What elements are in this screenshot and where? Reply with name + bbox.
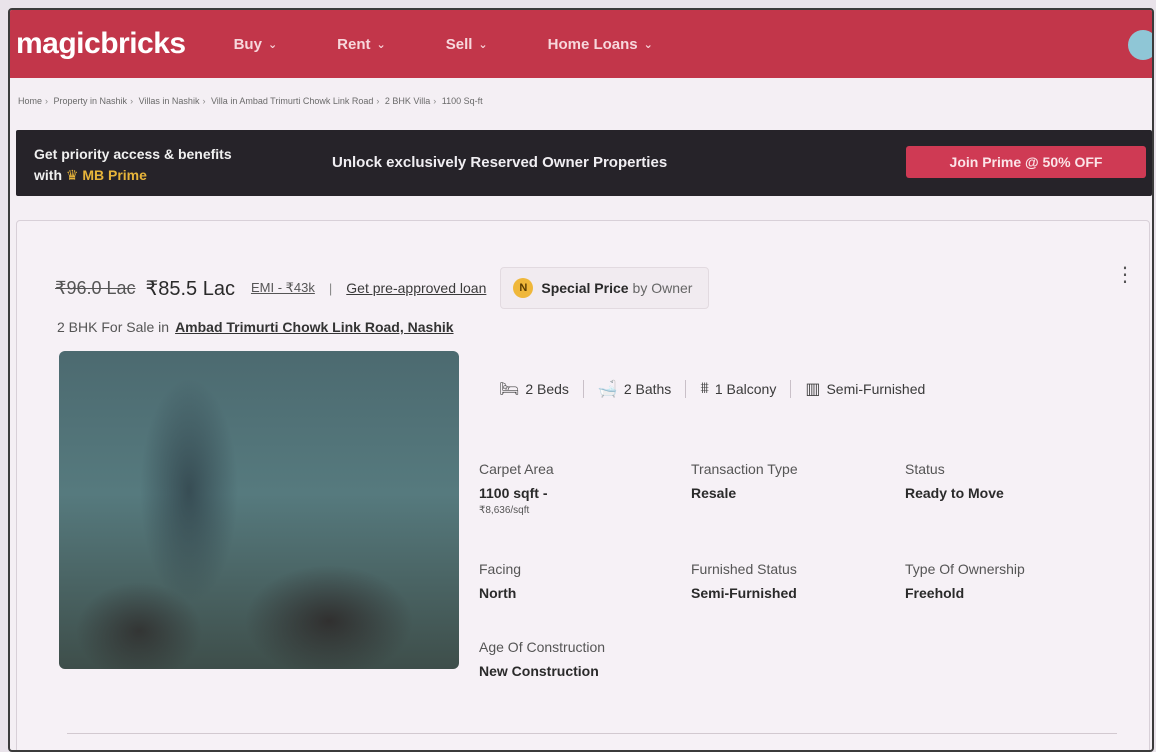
detail-furnished-status: Furnished Status Semi-Furnished: [691, 561, 901, 601]
detail-value: Resale: [691, 485, 737, 501]
chevron-down-icon: ⌄: [267, 38, 278, 51]
breadcrumb-item[interactable]: Villa in Ambad Trimurti Chowk Link Road: [211, 96, 373, 106]
detail-age: Age Of Construction New Construction: [479, 639, 689, 679]
pre-approved-loan-link[interactable]: Get pre-approved loan: [346, 280, 486, 296]
original-price: ₹96.0 Lac: [55, 277, 136, 298]
amenity-balcony-label: 1 Balcony: [714, 381, 777, 397]
breadcrumb-item-current: 1100 Sq-ft: [441, 96, 483, 106]
detail-label: Status: [905, 461, 945, 477]
breadcrumb: Home › Property in Nashik › Villas in Nash…: [18, 96, 483, 106]
emi-link[interactable]: EMI - ₹43k: [251, 280, 315, 296]
chevron-right-icon: ›: [376, 96, 380, 106]
prime-banner: Get priority access & benefits with ♛ MB…: [16, 130, 1152, 196]
chevron-down-icon: ⌄: [643, 38, 653, 51]
chevron-right-icon: ›: [130, 96, 134, 106]
breadcrumb-item[interactable]: Villas in Nashik: [139, 96, 200, 106]
nav-sell-label: Sell: [445, 35, 473, 53]
prime-line2: with ♛ MB Prime: [34, 165, 232, 186]
divider: [582, 380, 584, 398]
prime-line2-prefix: with: [34, 167, 62, 183]
detail-value: 1100 sqft -: [479, 485, 548, 501]
crown-icon: ♛: [65, 167, 79, 183]
detail-transaction-type: Transaction Type Resale: [691, 461, 901, 501]
prime-line1: Get priority access & benefits: [34, 146, 232, 162]
listing-subtitle: 2 BHK For Sale in Ambad Trimurti Chowk Li…: [57, 319, 454, 335]
detail-ownership: Type Of Ownership Freehold: [905, 561, 1115, 601]
separator: |: [328, 280, 333, 296]
browser-frame: magicbricks Buy ⌄ Rent ⌄ Sell ⌄ Home Loa…: [8, 8, 1154, 752]
breadcrumb-item[interactable]: Home: [18, 96, 42, 106]
property-photo[interactable]: [59, 351, 459, 669]
amenity-balcony: ⩩ 1 Balcony: [700, 380, 776, 398]
detail-value: Freehold: [905, 585, 965, 601]
detail-label: Carpet Area: [479, 461, 554, 477]
amenity-furnishing: ▥ Semi-Furnished: [805, 379, 925, 399]
breadcrumb-item[interactable]: Property in Nashik: [54, 96, 128, 106]
magicbricks-logo[interactable]: magicbricks: [16, 27, 186, 61]
nav-home-loans-label: Home Loans: [547, 35, 638, 53]
breadcrumb-item[interactable]: 2 BHK Villa: [385, 96, 430, 106]
furniture-icon: ▥: [805, 381, 821, 398]
divider: [685, 380, 687, 398]
detail-value: Semi-Furnished: [691, 585, 797, 601]
special-price-icon: N: [513, 278, 534, 298]
detail-label: Age Of Construction: [479, 639, 606, 655]
chevron-right-icon: ›: [433, 96, 437, 106]
bath-icon: 🛁: [597, 381, 618, 398]
special-price-tag: N Special Price by Owner: [500, 267, 710, 309]
detail-carpet-area: Carpet Area 1100 sqft - ₹8,636/sqft: [479, 461, 689, 516]
special-price-by: by Owner: [632, 280, 693, 296]
nav-rent-label: Rent: [337, 35, 371, 53]
divider: [790, 380, 792, 398]
special-price-label: Special Price: [541, 280, 629, 296]
detail-label: Transaction Type: [691, 461, 798, 477]
more-options-icon[interactable]: ⋮: [1115, 265, 1135, 285]
listing-type: 2 BHK For Sale in: [57, 319, 170, 335]
card-divider: [67, 733, 1117, 734]
detail-facing: Facing North: [479, 561, 689, 601]
balcony-icon: ⩩: [700, 380, 709, 397]
price-row: ₹96.0 Lac ₹85.5 Lac EMI - ₹43k | Get pre…: [55, 267, 710, 309]
nav-sell[interactable]: Sell ⌄: [446, 36, 488, 53]
detail-value: New Construction: [479, 663, 599, 679]
bed-icon: 🛏: [499, 381, 520, 398]
chevron-down-icon: ⌄: [478, 38, 488, 51]
detail-status: Status Ready to Move: [905, 461, 1115, 501]
listing-location-link[interactable]: Ambad Trimurti Chowk Link Road, Nashik: [175, 319, 453, 335]
main-nav: Buy ⌄ Rent ⌄ Sell ⌄ Home Loans ⌄: [234, 36, 713, 53]
amenities-row: 🛏 2 Beds 🛁 2 Baths ⩩ 1 Balcony ▥ Semi-Fu…: [499, 379, 925, 399]
user-avatar[interactable]: [1128, 30, 1152, 60]
join-prime-button[interactable]: Join Prime @ 50% OFF: [906, 146, 1146, 178]
chevron-down-icon: ⌄: [376, 38, 386, 51]
property-card: ₹96.0 Lac ₹85.5 Lac EMI - ₹43k | Get pre…: [16, 220, 1150, 750]
detail-value: North: [479, 585, 517, 601]
price-per-sqft: ₹8,636/sqft: [479, 505, 530, 516]
chevron-right-icon: ›: [202, 96, 206, 106]
detail-label: Facing: [479, 561, 522, 577]
detail-label: Type Of Ownership: [905, 561, 1025, 577]
nav-buy[interactable]: Buy ⌄: [234, 36, 278, 53]
amenity-baths-label: 2 Baths: [623, 381, 672, 397]
nav-home-loans[interactable]: Home Loans ⌄: [548, 36, 653, 53]
current-price: ₹85.5 Lac: [145, 277, 235, 300]
prime-brand: MB Prime: [82, 167, 147, 183]
amenity-beds: 🛏 2 Beds: [499, 379, 569, 399]
nav-buy-label: Buy: [233, 35, 262, 53]
amenity-furnishing-label: Semi-Furnished: [826, 381, 926, 397]
amenity-beds-label: 2 Beds: [525, 381, 569, 397]
nav-rent[interactable]: Rent ⌄: [337, 36, 386, 53]
detail-label: Furnished Status: [691, 561, 797, 577]
top-navbar: magicbricks Buy ⌄ Rent ⌄ Sell ⌄ Home Loa…: [10, 10, 1152, 78]
amenity-baths: 🛁 2 Baths: [598, 379, 671, 399]
prime-message: Unlock exclusively Reserved Owner Proper…: [332, 154, 668, 171]
prime-benefits-text: Get priority access & benefits with ♛ MB…: [34, 144, 232, 186]
detail-value: Ready to Move: [905, 485, 1004, 501]
chevron-right-icon: ›: [45, 96, 49, 106]
